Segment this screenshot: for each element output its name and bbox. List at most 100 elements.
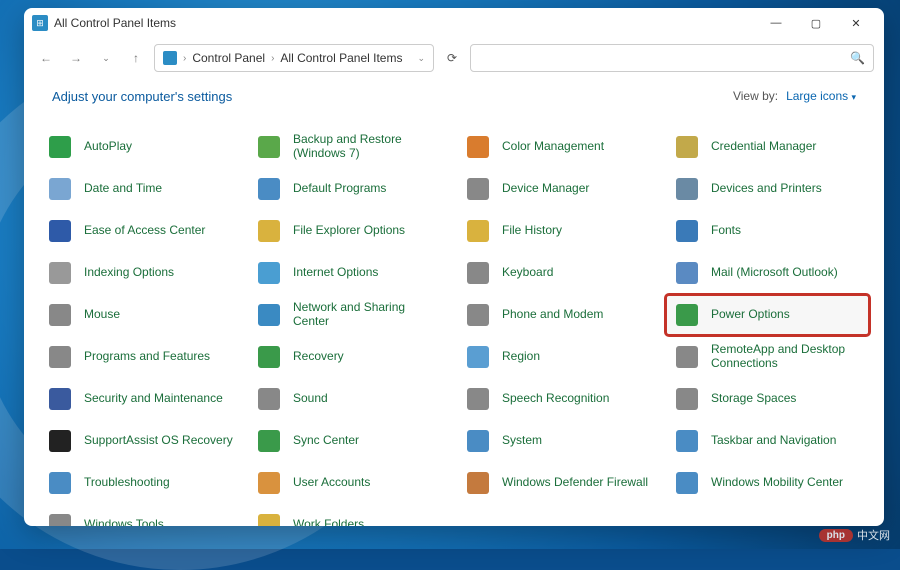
control-panel-item[interactable]: Windows Defender Firewall (458, 464, 659, 502)
item-icon (673, 259, 701, 287)
control-panel-item[interactable]: AutoPlay (40, 128, 241, 166)
control-panel-item[interactable]: Security and Maintenance (40, 380, 241, 418)
control-panel-item[interactable]: Backup and Restore (Windows 7) (249, 128, 450, 166)
chevron-right-icon: › (183, 53, 186, 64)
item-icon (46, 175, 74, 203)
control-panel-item[interactable]: Phone and Modem (458, 296, 659, 334)
control-panel-item[interactable]: Storage Spaces (667, 380, 868, 418)
control-panel-item[interactable]: Network and Sharing Center (249, 296, 450, 334)
recent-dropdown[interactable]: ⌄ (94, 46, 118, 70)
up-button[interactable]: ↑ (124, 46, 148, 70)
control-panel-item[interactable]: Device Manager (458, 170, 659, 208)
items-grid: AutoPlay Backup and Restore (Windows 7) Co… (40, 128, 868, 526)
control-panel-item[interactable]: Taskbar and Navigation (667, 422, 868, 460)
item-label: File Explorer Options (293, 224, 405, 238)
item-label: System (502, 434, 542, 448)
item-icon (46, 217, 74, 245)
control-panel-item[interactable]: Work Folders (249, 506, 450, 526)
control-panel-item[interactable]: RemoteApp and Desktop Connections (667, 338, 868, 376)
item-label: Ease of Access Center (84, 224, 205, 238)
control-panel-item[interactable]: Power Options (667, 296, 868, 334)
breadcrumb-root[interactable]: Control Panel (192, 51, 265, 65)
control-panel-item[interactable]: SupportAssist OS Recovery (40, 422, 241, 460)
item-label: Programs and Features (84, 350, 210, 364)
item-label: Sound (293, 392, 328, 406)
control-panel-item[interactable]: Mouse (40, 296, 241, 334)
item-icon (673, 175, 701, 203)
control-panel-item[interactable]: Recovery (249, 338, 450, 376)
item-label: Power Options (711, 308, 790, 322)
item-label: Backup and Restore (Windows 7) (293, 133, 444, 161)
search-icon: 🔍 (850, 51, 865, 65)
viewby-label: View by: (733, 89, 778, 103)
back-button[interactable]: ← (34, 46, 58, 70)
control-panel-item[interactable]: Date and Time (40, 170, 241, 208)
item-icon (255, 301, 283, 329)
control-panel-item[interactable]: Keyboard (458, 254, 659, 292)
item-icon (673, 217, 701, 245)
item-label: AutoPlay (84, 140, 132, 154)
item-icon (673, 133, 701, 161)
item-icon (464, 301, 492, 329)
address-icon (163, 51, 177, 65)
item-icon (464, 175, 492, 203)
control-panel-item[interactable]: Indexing Options (40, 254, 241, 292)
item-icon (46, 427, 74, 455)
control-panel-item[interactable]: Windows Mobility Center (667, 464, 868, 502)
control-panel-item[interactable]: Default Programs (249, 170, 450, 208)
item-icon (673, 343, 701, 371)
control-panel-item[interactable]: User Accounts (249, 464, 450, 502)
control-panel-item[interactable]: Mail (Microsoft Outlook) (667, 254, 868, 292)
item-icon (46, 259, 74, 287)
control-panel-item[interactable]: System (458, 422, 659, 460)
control-panel-item[interactable]: File Explorer Options (249, 212, 450, 250)
item-icon (464, 469, 492, 497)
control-panel-item[interactable]: Fonts (667, 212, 868, 250)
control-panel-item[interactable]: Sound (249, 380, 450, 418)
control-panel-item[interactable]: Region (458, 338, 659, 376)
maximize-button[interactable]: ▢ (796, 9, 836, 37)
close-button[interactable]: ✕ (836, 9, 876, 37)
control-panel-item[interactable]: Windows Tools (40, 506, 241, 526)
forward-button[interactable]: → (64, 46, 88, 70)
control-panel-item[interactable]: Programs and Features (40, 338, 241, 376)
item-label: Device Manager (502, 182, 589, 196)
item-label: Default Programs (293, 182, 386, 196)
page-title: Adjust your computer's settings (52, 89, 232, 104)
control-panel-item[interactable]: Ease of Access Center (40, 212, 241, 250)
control-panel-item[interactable]: Devices and Printers (667, 170, 868, 208)
refresh-button[interactable]: ⟳ (440, 46, 464, 70)
window: ⊞ All Control Panel Items — ▢ ✕ ← → ⌄ ↑ … (24, 8, 884, 526)
titlebar[interactable]: ⊞ All Control Panel Items — ▢ ✕ (24, 8, 884, 38)
item-label: Phone and Modem (502, 308, 603, 322)
toolbar: ← → ⌄ ↑ › Control Panel › All Control Pa… (24, 38, 884, 78)
item-label: Region (502, 350, 540, 364)
item-icon (46, 469, 74, 497)
control-panel-item[interactable]: Sync Center (249, 422, 450, 460)
viewby-selector[interactable]: Large icons ▾ (786, 89, 856, 103)
watermark: php 中文网 (819, 527, 890, 543)
breadcrumb-current[interactable]: All Control Panel Items (280, 51, 402, 65)
control-panel-item[interactable]: Troubleshooting (40, 464, 241, 502)
item-icon (255, 427, 283, 455)
item-label: Windows Tools (84, 518, 164, 526)
chevron-down-icon[interactable]: ⌄ (417, 53, 425, 64)
control-panel-item[interactable]: File History (458, 212, 659, 250)
control-panel-item[interactable]: Color Management (458, 128, 659, 166)
control-panel-item[interactable]: Internet Options (249, 254, 450, 292)
item-label: Sync Center (293, 434, 359, 448)
item-icon (255, 175, 283, 203)
item-label: Internet Options (293, 266, 378, 280)
minimize-button[interactable]: — (756, 9, 796, 37)
control-panel-item[interactable]: Credential Manager (667, 128, 868, 166)
search-input[interactable]: 🔍 (470, 44, 874, 72)
item-label: Indexing Options (84, 266, 174, 280)
item-icon (46, 343, 74, 371)
item-label: RemoteApp and Desktop Connections (711, 343, 862, 371)
control-panel-item[interactable]: Speech Recognition (458, 380, 659, 418)
item-label: Keyboard (502, 266, 553, 280)
address-bar[interactable]: › Control Panel › All Control Panel Item… (154, 44, 434, 72)
chevron-down-icon: ▾ (851, 92, 856, 102)
item-icon (464, 343, 492, 371)
content-area: AutoPlay Backup and Restore (Windows 7) Co… (24, 114, 884, 526)
